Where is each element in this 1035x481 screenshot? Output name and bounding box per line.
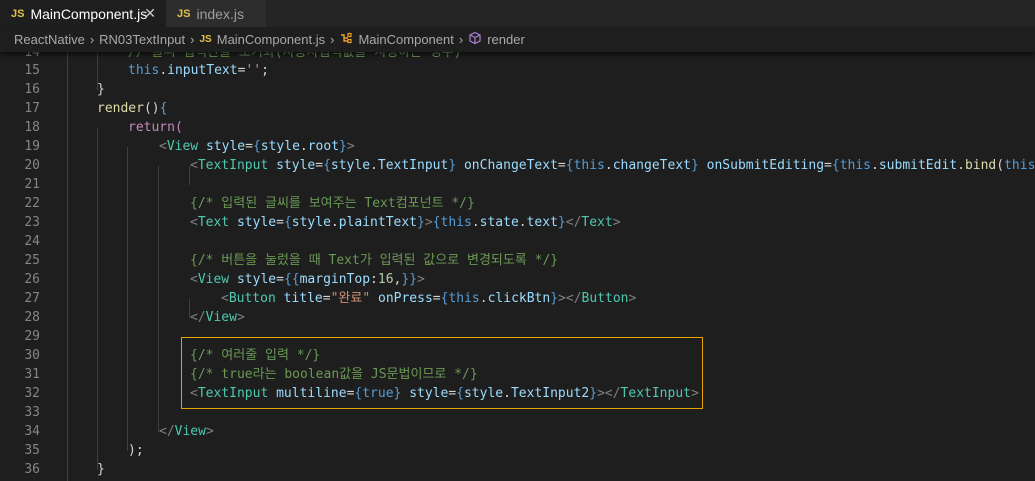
code-line: 26 <View style={{marginTop:16,}}>	[24, 272, 425, 287]
code-line: 34 </View>	[24, 424, 214, 439]
code-text: </View>	[190, 310, 245, 325]
code-line: 23 <Text style={style.plaintText}>{this.s…	[24, 215, 621, 230]
breadcrumb-item-folder[interactable]: ReactNative	[14, 32, 85, 47]
breadcrumb-item-method[interactable]: render	[487, 32, 525, 47]
code-line: 21	[24, 177, 40, 192]
chevron-right-icon: ›	[330, 32, 335, 47]
js-file-icon: JS	[199, 34, 212, 45]
code-text: this.inputText='';	[128, 63, 269, 78]
code-text: <TextInput style={style.TextInput} onCha…	[190, 158, 1035, 173]
editor-tab-bar: JS MainComponent.js ✕ JS index.js	[0, 0, 1035, 27]
code-line: 15 this.inputText='';	[24, 63, 269, 78]
code-line: 36}	[24, 462, 105, 477]
breadcrumb: ReactNative › RN03TextInput › JS MainCom…	[0, 27, 1035, 52]
code-line: 19 <View style={style.root}>	[24, 139, 355, 154]
chevron-right-icon: ›	[89, 32, 95, 47]
tab-index[interactable]: JS index.js	[166, 0, 266, 27]
class-icon	[339, 31, 353, 48]
tab-label: MainComponent.js	[30, 5, 148, 22]
code-line: 35);	[24, 443, 144, 458]
breadcrumb-item-file[interactable]: MainComponent.js	[217, 32, 325, 47]
code-line: 16}	[24, 82, 105, 97]
js-file-icon: JS	[177, 7, 191, 20]
code-text: </View>	[159, 424, 214, 439]
js-file-icon: JS	[11, 7, 25, 20]
code-text: <Button title="완료" onPress={this.clickBt…	[221, 291, 637, 306]
chevron-right-icon: ›	[190, 32, 195, 47]
tab-label: index.js	[196, 5, 244, 22]
code-line: 25 {/* 버튼을 눌렀을 때 Text가 입력된 값으로 변경되도록 */}	[24, 253, 559, 268]
breadcrumb-item-folder[interactable]: RN03TextInput	[99, 32, 185, 47]
code-line: 27 <Button title="완료" onPress={this.click…	[24, 291, 637, 306]
tab-main-component[interactable]: JS MainComponent.js ✕	[0, 0, 166, 27]
code-text: render(){	[97, 101, 168, 116]
code-line: 28 </View>	[24, 310, 245, 325]
code-line: 24	[24, 234, 40, 249]
code-line: 18 return(	[24, 120, 183, 135]
chevron-right-icon: ›	[458, 32, 464, 47]
code-text: <View style={{marginTop:16,}}>	[190, 272, 425, 287]
close-icon[interactable]: ✕	[144, 5, 156, 22]
method-cube-icon	[468, 31, 482, 48]
highlight-box	[181, 337, 703, 409]
code-line: 17 render(){	[24, 101, 168, 116]
code-text: <View style={style.root}>	[159, 139, 355, 154]
code-line: 22 {/* 입력된 글씨를 보여주는 Text컴포넌트 */}	[24, 196, 475, 211]
breadcrumb-item-class[interactable]: MainComponent	[358, 32, 453, 47]
code-line: 20 <TextInput style={style.TextInput} onC…	[0, 156, 1035, 175]
code-editor[interactable]: 14// 글씨 입력칸을 초기화(사용자입력값을 지정하는 경우) 15 this…	[0, 52, 1035, 481]
code-text: <Text style={style.plaintText}>{this.sta…	[190, 215, 621, 230]
